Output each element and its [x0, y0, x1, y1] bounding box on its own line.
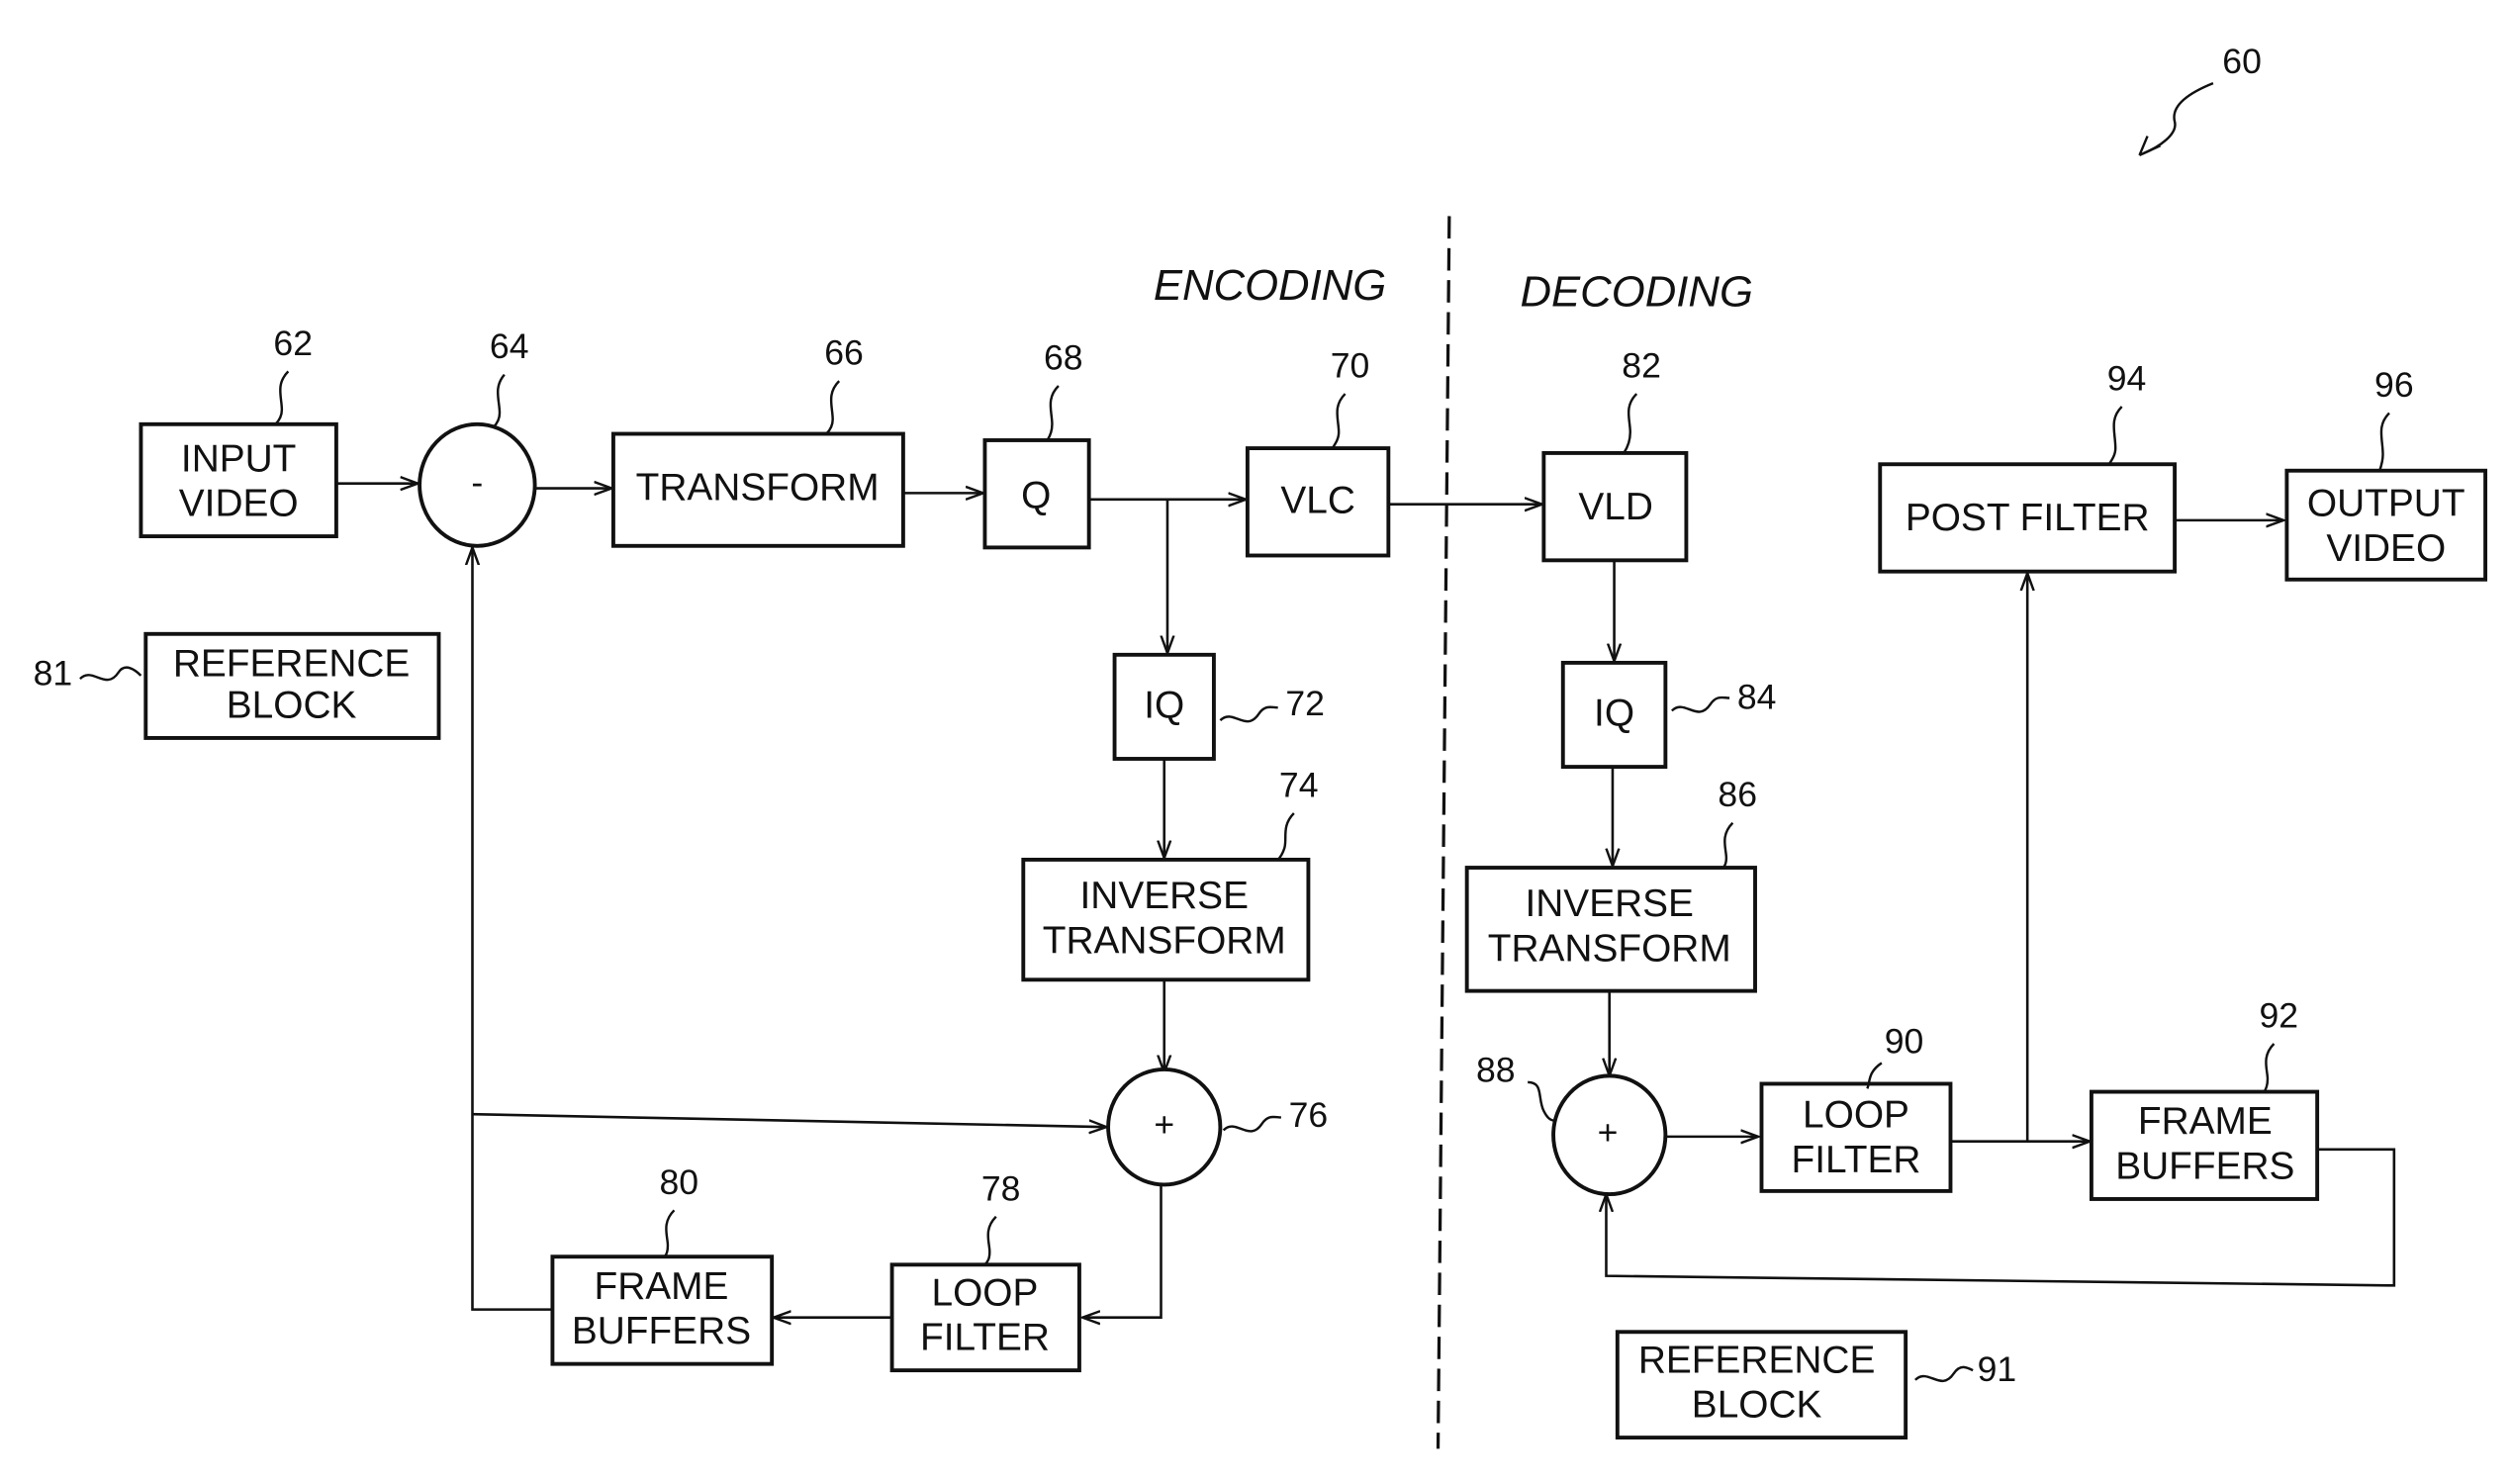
- block-subtractor: - 64: [418, 326, 537, 548]
- block-transform: TRANSFORM 66: [610, 333, 905, 548]
- block-label: REFERENCE: [1638, 1339, 1876, 1381]
- ref-number: 96: [2374, 365, 2414, 405]
- block-label: Q: [1021, 475, 1051, 517]
- block-label: VIDEO: [179, 483, 299, 525]
- ref-number: 64: [490, 326, 529, 366]
- block-output-video: OUTPUT VIDEO 96: [2284, 365, 2488, 582]
- plus-symbol: +: [1154, 1105, 1174, 1145]
- signal-paths: [335, 484, 2396, 1318]
- block-iq-decoder: IQ 84: [1560, 660, 1777, 770]
- leader-line: [79, 666, 142, 682]
- leader-line: [1528, 1080, 1555, 1122]
- block-reference-block-decoder: REFERENCE BLOCK 91: [1615, 1330, 2017, 1440]
- ref-number: 82: [1622, 346, 1661, 386]
- block-label: REFERENCE: [173, 642, 411, 685]
- block-label: VLC: [1280, 479, 1355, 521]
- plus-symbol: +: [1598, 1113, 1619, 1153]
- ref-number: 91: [1978, 1349, 2017, 1389]
- block-label: BUFFERS: [572, 1310, 751, 1352]
- leader-line: [1046, 385, 1060, 441]
- leader-line: [274, 370, 290, 425]
- encode-decode-divider: [1436, 216, 1451, 1449]
- block-label: POST FILTER: [1906, 497, 2150, 539]
- block-label: BLOCK: [227, 684, 357, 726]
- leader-line: [1721, 821, 1734, 869]
- block-vld: VLD 82: [1541, 346, 1689, 563]
- block-adder-encoder: + 76: [1106, 1067, 1329, 1187]
- leader-line: [1914, 1365, 1974, 1382]
- block-label: BLOCK: [1692, 1384, 1822, 1427]
- block-label: TRANSFORM: [636, 466, 880, 509]
- ref-number: 66: [824, 333, 864, 373]
- block-quantizer: Q 68: [982, 337, 1091, 550]
- block-label: IQ: [1144, 684, 1184, 726]
- ref-number: 62: [273, 324, 313, 363]
- ref-number: 74: [1279, 766, 1319, 805]
- ref-number: 88: [1476, 1051, 1516, 1090]
- ref-number: 80: [659, 1162, 698, 1202]
- leader-line: [492, 373, 506, 428]
- codec-block-diagram: 60 ENCODING DECODING INPUT VIDEO 62 - 64…: [34, 42, 2488, 1449]
- leader-line: [983, 1215, 997, 1266]
- ref-number: 70: [1331, 346, 1370, 386]
- ref-number: 90: [1885, 1021, 1924, 1061]
- wire-adder-to-loopfilter: [1082, 1181, 1162, 1318]
- block-label: FILTER: [1792, 1139, 1921, 1181]
- ref-number: 84: [1737, 678, 1777, 717]
- ref-number: 94: [2107, 359, 2147, 399]
- block-label: INPUT: [181, 437, 297, 480]
- leader-line: [1222, 1115, 1281, 1133]
- wire-prediction-to-adder: [472, 1112, 1106, 1127]
- leader-line: [1331, 393, 1347, 449]
- block-label: IQ: [1594, 693, 1634, 735]
- block-label: LOOP: [931, 1271, 1038, 1314]
- leader-line: [2263, 1043, 2276, 1093]
- figure-number: 60: [2222, 42, 2262, 81]
- minus-symbol: -: [471, 463, 483, 503]
- block-adder-decoder: + 88: [1476, 1051, 1668, 1197]
- block-frame-buffers-encoder: FRAME BUFFERS 80: [550, 1162, 775, 1366]
- block-label: VIDEO: [2326, 527, 2446, 570]
- block-post-filter: POST FILTER 94: [1878, 359, 2178, 574]
- ref-number: 68: [1044, 337, 1083, 377]
- leader-line: [2378, 412, 2390, 472]
- block-label: TRANSFORM: [1043, 919, 1286, 962]
- wire-framebuffers-to-subtractor: [472, 547, 553, 1311]
- leader-line: [2107, 406, 2123, 465]
- encoding-header: ENCODING: [1154, 261, 1386, 310]
- block-label: FRAME: [2138, 1100, 2273, 1143]
- leader-line: [1276, 812, 1295, 861]
- block-label: TRANSFORM: [1488, 927, 1731, 970]
- ref-number: 81: [34, 653, 73, 693]
- block-frame-buffers-decoder: FRAME BUFFERS 92: [2089, 996, 2320, 1201]
- block-iq-encoder: IQ 72: [1112, 652, 1325, 761]
- block-label: FRAME: [595, 1265, 729, 1308]
- figure-leader-arrow: [2142, 82, 2214, 155]
- block-vlc: VLC 70: [1245, 346, 1391, 558]
- block-label: LOOP: [1803, 1094, 1909, 1137]
- block-loop-filter-encoder: LOOP FILTER 78: [889, 1168, 1081, 1373]
- block-label: INVERSE: [1079, 875, 1248, 917]
- leader-line: [825, 380, 841, 435]
- leader-line: [1670, 696, 1730, 713]
- ref-number: 76: [1289, 1095, 1329, 1135]
- ref-number: 86: [1718, 775, 1757, 814]
- block-loop-filter-decoder: LOOP FILTER 90: [1759, 1021, 1953, 1193]
- figure-ref-60: 60: [2138, 42, 2262, 157]
- block-label: FILTER: [920, 1317, 1050, 1359]
- leader-line: [1219, 705, 1278, 723]
- block-label: OUTPUT: [2307, 483, 2465, 525]
- block-label: VLD: [1578, 486, 1653, 528]
- block-input-video: INPUT VIDEO 62: [139, 324, 338, 539]
- block-reference-block-encoder: REFERENCE BLOCK 81: [34, 631, 441, 740]
- ref-number: 72: [1285, 684, 1325, 723]
- ref-number: 78: [981, 1168, 1021, 1208]
- leader-line: [663, 1209, 676, 1258]
- block-label: INVERSE: [1525, 882, 1693, 925]
- leader-line: [1623, 393, 1638, 454]
- block-inverse-transform-encoder: INVERSE TRANSFORM 74: [1021, 766, 1319, 982]
- block-label: BUFFERS: [2115, 1145, 2294, 1187]
- ref-number: 92: [2259, 996, 2298, 1036]
- decoding-header: DECODING: [1520, 267, 1752, 316]
